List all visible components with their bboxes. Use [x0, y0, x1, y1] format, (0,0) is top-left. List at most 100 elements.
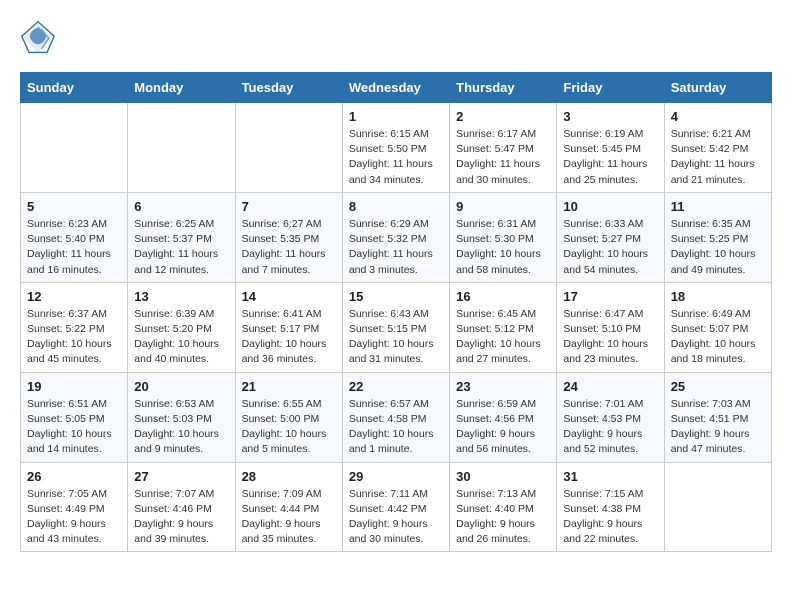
day-info: Sunrise: 6:43 AM Sunset: 5:15 PM Dayligh… [349, 307, 443, 368]
day-number: 18 [671, 289, 765, 304]
day-info: Sunrise: 6:29 AM Sunset: 5:32 PM Dayligh… [349, 217, 443, 278]
day-cell: 6Sunrise: 6:25 AM Sunset: 5:37 PM Daylig… [128, 192, 235, 282]
week-row-2: 5Sunrise: 6:23 AM Sunset: 5:40 PM Daylig… [21, 192, 772, 282]
day-number: 20 [134, 379, 228, 394]
logo-icon [20, 20, 56, 56]
day-info: Sunrise: 7:07 AM Sunset: 4:46 PM Dayligh… [134, 487, 228, 548]
day-info: Sunrise: 6:21 AM Sunset: 5:42 PM Dayligh… [671, 127, 765, 188]
day-info: Sunrise: 6:17 AM Sunset: 5:47 PM Dayligh… [456, 127, 550, 188]
calendar-table: SundayMondayTuesdayWednesdayThursdayFrid… [20, 72, 772, 552]
day-info: Sunrise: 6:35 AM Sunset: 5:25 PM Dayligh… [671, 217, 765, 278]
day-number: 29 [349, 469, 443, 484]
day-cell: 19 Sunrise: 6:51 AM Sunset: 5:05 PM Dayli… [21, 372, 128, 462]
day-number: 3 [563, 109, 657, 124]
day-cell [128, 103, 235, 193]
day-cell: 24 Sunrise: 7:01 AM Sunset: 4:53 PM Dayli… [557, 372, 664, 462]
day-number: 11 [671, 199, 765, 214]
day-info: Sunrise: 7:05 AM Sunset: 4:49 PM Dayligh… [27, 487, 121, 548]
day-cell: 1 Sunrise: 6:15 AM Sunset: 5:50 PM Daylig… [342, 103, 449, 193]
day-info: Sunrise: 7:09 AM Sunset: 4:44 PM Dayligh… [242, 487, 336, 548]
day-number: 25 [671, 379, 765, 394]
day-info: Sunrise: 6:23 AM Sunset: 5:40 PM Dayligh… [27, 217, 121, 278]
day-info: Sunrise: 6:53 AM Sunset: 5:03 PM Dayligh… [134, 397, 228, 458]
day-number: 1 [349, 109, 443, 124]
day-cell: 13 Sunrise: 6:39 AM Sunset: 5:20 PM Dayli… [128, 282, 235, 372]
day-number: 26 [27, 469, 121, 484]
day-number: 13 [134, 289, 228, 304]
day-cell [664, 462, 771, 552]
col-header-friday: Friday [557, 73, 664, 103]
day-number: 14 [242, 289, 336, 304]
day-info: Sunrise: 6:19 AM Sunset: 5:45 PM Dayligh… [563, 127, 657, 188]
day-number: 28 [242, 469, 336, 484]
day-number: 16 [456, 289, 550, 304]
day-number: 30 [456, 469, 550, 484]
day-number: 27 [134, 469, 228, 484]
day-cell: 17 Sunrise: 6:47 AM Sunset: 5:10 PM Dayli… [557, 282, 664, 372]
day-info: Sunrise: 7:11 AM Sunset: 4:42 PM Dayligh… [349, 487, 443, 548]
week-row-5: 26 Sunrise: 7:05 AM Sunset: 4:49 PM Dayli… [21, 462, 772, 552]
day-info: Sunrise: 6:59 AM Sunset: 4:56 PM Dayligh… [456, 397, 550, 458]
day-cell: 14 Sunrise: 6:41 AM Sunset: 5:17 PM Dayli… [235, 282, 342, 372]
day-info: Sunrise: 7:01 AM Sunset: 4:53 PM Dayligh… [563, 397, 657, 458]
logo [20, 20, 60, 56]
day-number: 12 [27, 289, 121, 304]
col-header-saturday: Saturday [664, 73, 771, 103]
day-info: Sunrise: 6:47 AM Sunset: 5:10 PM Dayligh… [563, 307, 657, 368]
day-cell: 10Sunrise: 6:33 AM Sunset: 5:27 PM Dayli… [557, 192, 664, 282]
day-info: Sunrise: 6:49 AM Sunset: 5:07 PM Dayligh… [671, 307, 765, 368]
day-cell: 28 Sunrise: 7:09 AM Sunset: 4:44 PM Dayli… [235, 462, 342, 552]
day-number: 4 [671, 109, 765, 124]
day-cell: 9Sunrise: 6:31 AM Sunset: 5:30 PM Daylig… [450, 192, 557, 282]
day-cell: 16 Sunrise: 6:45 AM Sunset: 5:12 PM Dayli… [450, 282, 557, 372]
col-header-tuesday: Tuesday [235, 73, 342, 103]
day-cell: 27 Sunrise: 7:07 AM Sunset: 4:46 PM Dayli… [128, 462, 235, 552]
day-info: Sunrise: 6:31 AM Sunset: 5:30 PM Dayligh… [456, 217, 550, 278]
day-number: 2 [456, 109, 550, 124]
day-number: 7 [242, 199, 336, 214]
day-number: 19 [27, 379, 121, 394]
day-number: 15 [349, 289, 443, 304]
day-cell: 21 Sunrise: 6:55 AM Sunset: 5:00 PM Dayli… [235, 372, 342, 462]
day-info: Sunrise: 6:55 AM Sunset: 5:00 PM Dayligh… [242, 397, 336, 458]
day-cell: 23 Sunrise: 6:59 AM Sunset: 4:56 PM Dayli… [450, 372, 557, 462]
day-cell: 5Sunrise: 6:23 AM Sunset: 5:40 PM Daylig… [21, 192, 128, 282]
day-number: 22 [349, 379, 443, 394]
day-cell: 3 Sunrise: 6:19 AM Sunset: 5:45 PM Daylig… [557, 103, 664, 193]
day-cell: 22Sunrise: 6:57 AM Sunset: 4:58 PM Dayli… [342, 372, 449, 462]
day-info: Sunrise: 6:45 AM Sunset: 5:12 PM Dayligh… [456, 307, 550, 368]
day-number: 31 [563, 469, 657, 484]
day-number: 23 [456, 379, 550, 394]
day-info: Sunrise: 6:15 AM Sunset: 5:50 PM Dayligh… [349, 127, 443, 188]
day-info: Sunrise: 6:33 AM Sunset: 5:27 PM Dayligh… [563, 217, 657, 278]
week-row-4: 19 Sunrise: 6:51 AM Sunset: 5:05 PM Dayli… [21, 372, 772, 462]
day-info: Sunrise: 7:15 AM Sunset: 4:38 PM Dayligh… [563, 487, 657, 548]
day-cell: 31 Sunrise: 7:15 AM Sunset: 4:38 PM Dayli… [557, 462, 664, 552]
day-number: 8 [349, 199, 443, 214]
day-info: Sunrise: 6:27 AM Sunset: 5:35 PM Dayligh… [242, 217, 336, 278]
day-cell: 12Sunrise: 6:37 AM Sunset: 5:22 PM Dayli… [21, 282, 128, 372]
day-cell: 4 Sunrise: 6:21 AM Sunset: 5:42 PM Daylig… [664, 103, 771, 193]
day-info: Sunrise: 6:51 AM Sunset: 5:05 PM Dayligh… [27, 397, 121, 458]
col-header-monday: Monday [128, 73, 235, 103]
day-cell: 30Sunrise: 7:13 AM Sunset: 4:40 PM Dayli… [450, 462, 557, 552]
day-cell: 8 Sunrise: 6:29 AM Sunset: 5:32 PM Daylig… [342, 192, 449, 282]
day-cell: 29 Sunrise: 7:11 AM Sunset: 4:42 PM Dayli… [342, 462, 449, 552]
day-number: 21 [242, 379, 336, 394]
day-number: 17 [563, 289, 657, 304]
day-cell [21, 103, 128, 193]
day-info: Sunrise: 6:25 AM Sunset: 5:37 PM Dayligh… [134, 217, 228, 278]
day-cell: 2 Sunrise: 6:17 AM Sunset: 5:47 PM Daylig… [450, 103, 557, 193]
day-info: Sunrise: 7:03 AM Sunset: 4:51 PM Dayligh… [671, 397, 765, 458]
day-info: Sunrise: 6:41 AM Sunset: 5:17 PM Dayligh… [242, 307, 336, 368]
col-header-sunday: Sunday [21, 73, 128, 103]
day-cell [235, 103, 342, 193]
col-header-thursday: Thursday [450, 73, 557, 103]
page-header [20, 20, 772, 56]
col-header-wednesday: Wednesday [342, 73, 449, 103]
week-row-3: 12Sunrise: 6:37 AM Sunset: 5:22 PM Dayli… [21, 282, 772, 372]
day-cell: 15 Sunrise: 6:43 AM Sunset: 5:15 PM Dayli… [342, 282, 449, 372]
day-number: 24 [563, 379, 657, 394]
day-cell: 11 Sunrise: 6:35 AM Sunset: 5:25 PM Dayli… [664, 192, 771, 282]
day-info: Sunrise: 6:39 AM Sunset: 5:20 PM Dayligh… [134, 307, 228, 368]
